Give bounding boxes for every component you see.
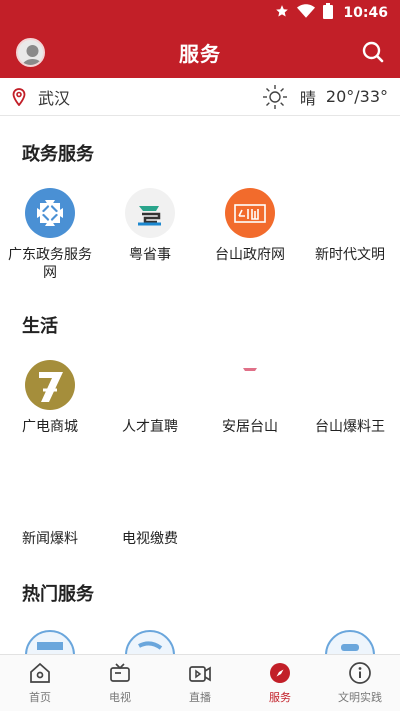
service-content: 政务服务 广东政务服务网 粤省事 台山政府网 新时代文明 生活 广电商城 人才直… <box>0 116 400 654</box>
live-icon <box>189 666 211 682</box>
service-gd-mall[interactable]: 广电商城 <box>0 360 100 436</box>
hot-service-1-icon[interactable] <box>25 630 75 654</box>
anju-logo-icon <box>225 360 275 410</box>
tab-service[interactable]: 服务 <box>240 655 320 711</box>
service-label: 广电商城 <box>22 419 78 435</box>
service-label: 新闻爆料 <box>22 531 78 547</box>
news-tip-logo-icon <box>25 472 75 522</box>
service-yueshengshi[interactable]: 粤省事 <box>100 188 200 264</box>
service-news-tip[interactable]: 新闻爆料 <box>0 472 100 548</box>
tab-tv[interactable]: 电视 <box>80 655 160 711</box>
service-gd-gov[interactable]: 广东政务服务网 <box>0 188 100 282</box>
section-title-hot: 热门服务 <box>22 584 94 605</box>
user-avatar-icon <box>22 45 43 65</box>
gd-mall-logo-icon <box>25 360 75 410</box>
service-label: 粤省事 <box>129 247 171 263</box>
sun-icon <box>262 84 288 110</box>
service-label: 人才直聘 <box>122 419 178 435</box>
service-label: 安居台山 <box>222 419 278 435</box>
service-civilization[interactable]: 新时代文明 <box>300 188 400 264</box>
hot-service-3-icon[interactable] <box>325 630 375 654</box>
service-tv-fee[interactable]: 电视缴费 <box>100 472 200 548</box>
compass-icon <box>270 663 290 683</box>
talent-logo-icon <box>125 360 175 410</box>
avatar[interactable] <box>16 38 45 67</box>
taishan-gov-logo-icon <box>225 188 275 238</box>
tab-home[interactable]: 首页 <box>0 655 80 711</box>
status-time: 10:46 <box>343 5 388 21</box>
home-icon <box>30 662 50 683</box>
service-label: 台山政府网 <box>215 247 285 263</box>
tab-label: 服务 <box>269 691 291 704</box>
status-bar: 10:46 <box>0 0 400 26</box>
service-talent[interactable]: 人才直聘 <box>100 360 200 436</box>
wifi-icon <box>297 4 316 22</box>
yueshengshi-logo-icon <box>125 188 175 238</box>
tab-live[interactable]: 直播 <box>160 655 240 711</box>
tab-label: 文明实践 <box>338 691 382 704</box>
bottom-tab-bar: 首页 电视 直播 服务 文明实践 <box>0 654 400 711</box>
tab-label: 直播 <box>189 691 211 704</box>
info-icon <box>349 662 371 684</box>
tv-fee-logo-icon <box>125 472 175 522</box>
civilization-logo-icon <box>325 188 375 238</box>
tab-civilization-practice[interactable]: 文明实践 <box>320 655 400 711</box>
star-icon <box>275 4 289 22</box>
search-icon[interactable] <box>360 39 386 65</box>
service-label: 新时代文明 <box>315 247 385 263</box>
service-baoliao-king[interactable]: 台山爆料王 <box>300 360 400 436</box>
tab-label: 首页 <box>29 691 51 704</box>
service-anju[interactable]: 安居台山 <box>200 360 300 436</box>
service-label: 台山爆料王 <box>315 419 385 435</box>
battery-icon <box>323 3 334 23</box>
gd-gov-logo-icon <box>25 188 75 238</box>
baoliao-king-logo-icon <box>325 360 375 410</box>
weather-condition: 晴 <box>299 88 316 108</box>
service-taishan-gov[interactable]: 台山政府网 <box>200 188 300 264</box>
page-title: 服务 <box>179 41 221 66</box>
section-title-life: 生活 <box>22 316 58 337</box>
tab-label: 电视 <box>109 691 131 704</box>
location-pin-icon <box>12 87 26 106</box>
service-label: 广东政务服务网 <box>8 247 92 281</box>
location-weather-bar: 武汉 晴 20°/33° <box>0 78 400 116</box>
tv-icon <box>110 663 130 682</box>
city-name[interactable]: 武汉 <box>38 85 262 109</box>
hot-service-2-icon[interactable] <box>125 630 175 654</box>
section-title-gov: 政务服务 <box>22 144 94 165</box>
temperature-range: 20°/33° <box>325 87 388 106</box>
service-label: 电视缴费 <box>122 531 178 547</box>
app-header: 服务 <box>0 26 400 78</box>
